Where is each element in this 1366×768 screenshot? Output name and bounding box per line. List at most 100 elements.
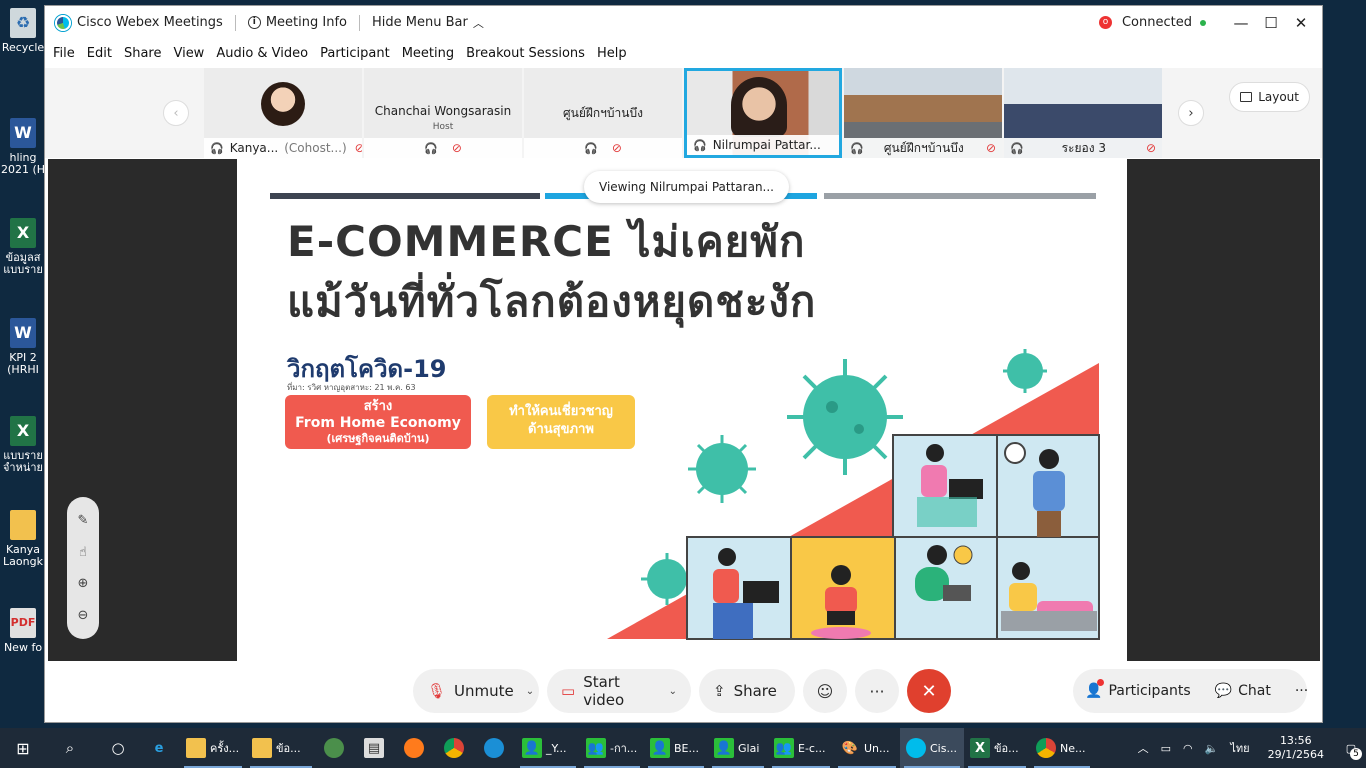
desktop-icon-folder[interactable]: Kanya Laongk — [0, 510, 46, 568]
participant-label: 🎧 ระยอง 3 ⊘ — [1004, 138, 1162, 158]
hide-menu-label: Hide Menu Bar — [371, 15, 468, 30]
input-language[interactable]: ไทย — [1230, 739, 1249, 757]
taskbar-item[interactable]: 👥 -กา... — [580, 728, 644, 768]
taskbar-item[interactable]: X ข้อ... — [964, 728, 1030, 768]
desktop-icon-excel-1[interactable]: X ข้อมูลส แบบราย — [0, 218, 46, 276]
virus-icon — [787, 359, 903, 475]
annotate-pen-icon[interactable]: ✎ — [78, 513, 89, 528]
hide-menu-bar-button[interactable]: Hide Menu Bar ︿ — [372, 15, 484, 31]
participant-name: ระยอง 3 — [1061, 140, 1107, 155]
zoom-out-icon[interactable]: ⊖ — [78, 608, 89, 623]
title-bar: Cisco Webex Meetings i Meeting Info Hide… — [45, 6, 1322, 39]
clock[interactable]: 13:56 29/1/2564 — [1268, 734, 1324, 762]
annotation-toolbar: ✎ ☝ ⊕ ⊖ — [67, 497, 99, 639]
desktop-icon-pdf[interactable]: PDF New fo — [0, 608, 46, 654]
network-icon: ▤ — [364, 738, 384, 758]
strip-next-button[interactable]: › — [1178, 100, 1204, 126]
leave-meeting-button[interactable]: ✕ — [907, 669, 951, 713]
search-button[interactable]: ⌕ — [46, 728, 94, 768]
minimize-button[interactable]: — — [1226, 6, 1256, 39]
box-red-line-2: From Home Economy — [295, 415, 461, 431]
taskbar-firefox[interactable] — [396, 728, 436, 768]
info-icon: i — [247, 16, 261, 29]
taskbar-item[interactable]: 👤 BE... — [644, 728, 708, 768]
viewing-indicator[interactable]: Viewing Nilrumpai Pattaran... — [584, 171, 789, 203]
chrome-icon — [1036, 738, 1056, 758]
chevron-down-icon[interactable]: ⌄ — [526, 686, 534, 697]
globe-icon — [324, 738, 344, 758]
line-group-icon: 👥 — [586, 738, 606, 758]
participant-tile[interactable]: ศูนย์ฝึกฯบ้านบึง 🎧 ⊘ — [524, 68, 682, 158]
share-button[interactable]: ⇪ Share — [699, 669, 795, 713]
participant-tile[interactable]: Chanchai Wongsarasin Host 🎧 ⊘ — [364, 68, 522, 158]
folder-icon — [186, 738, 206, 758]
taskbar-network[interactable] — [316, 728, 356, 768]
search-icon: ⌕ — [65, 739, 75, 757]
share-icon: ⇪ — [713, 682, 726, 700]
unmute-button[interactable]: 🎙 Unmute ⌄ — [413, 669, 539, 713]
maximize-button[interactable]: ☐ — [1256, 6, 1286, 39]
start-video-button[interactable]: ▭ Start video ⌄ — [547, 669, 691, 713]
taskbar-item[interactable]: 👤 _Y... — [516, 728, 580, 768]
taskbar-item[interactable]: 👤 Glai — [708, 728, 768, 768]
volume-icon[interactable]: 🔈 — [1205, 742, 1219, 755]
taskbar-item[interactable]: Ne... — [1030, 728, 1094, 768]
taskbar-item[interactable]: ข้อ... — [246, 728, 316, 768]
start-button[interactable]: ⊞ — [0, 728, 46, 768]
notifications-button[interactable]: ▢ 5 — [1336, 728, 1366, 768]
zoom-in-icon[interactable]: ⊕ — [78, 576, 89, 591]
menu-file[interactable]: File — [53, 46, 75, 61]
participants-label: Participants — [1108, 683, 1191, 699]
chat-button[interactable]: 💬 Chat — [1203, 669, 1283, 713]
desktop-icon-word-2[interactable]: W KPI 2 (HRHI — [0, 318, 46, 376]
more-panels-button[interactable]: ··· — [1283, 669, 1320, 713]
meeting-info-button[interactable]: i Meeting Info — [247, 15, 347, 30]
taskbar-item[interactable]: 👥 E-c... — [768, 728, 834, 768]
battery-icon[interactable]: ▭ — [1161, 742, 1171, 755]
desktop-icon-word-1[interactable]: W hling 2021 (H — [0, 118, 46, 176]
close-icon: ✕ — [921, 680, 937, 702]
remote-control-icon[interactable]: ☝ — [79, 545, 87, 560]
desktop-icon-recycle-bin[interactable]: ♻ Recycle — [0, 8, 46, 54]
chevron-up-icon[interactable]: ︿ — [1138, 740, 1149, 756]
strip-prev-button[interactable]: ‹ — [163, 100, 189, 126]
menu-view[interactable]: View — [173, 46, 204, 61]
task-view-button[interactable]: ○ — [94, 728, 142, 768]
layout-button[interactable]: Layout — [1229, 82, 1310, 112]
participant-tile[interactable]: 🎧 ระยอง 3 ⊘ — [1004, 68, 1162, 158]
taskbar-item-label: BE... — [674, 741, 699, 755]
chevron-down-icon[interactable]: ⌄ — [669, 686, 677, 697]
taskbar-item[interactable]: ครั้ง... — [180, 728, 246, 768]
recycle-bin-icon: ♻ — [10, 8, 36, 38]
participant-tile[interactable]: 🎧 Kanya... (Cohost...) ⊘ — [204, 68, 362, 158]
participant-tile[interactable]: 🎧 ศูนย์ฝึกฯบ้านบึง ⊘ — [844, 68, 1002, 158]
menu-meeting[interactable]: Meeting — [402, 46, 454, 61]
menu-share[interactable]: Share — [124, 46, 162, 61]
headset-icon: 🎧 — [210, 141, 224, 155]
box-red-line-1: สร้าง — [363, 399, 393, 414]
taskbar-item[interactable]: 🎨 Un... — [834, 728, 900, 768]
menu-help[interactable]: Help — [597, 46, 627, 61]
participant-tile-active-speaker[interactable]: 🎧 Nilrumpai Pattar... — [684, 68, 842, 158]
menu-audio-video[interactable]: Audio & Video — [216, 46, 308, 61]
taskbar-chrome[interactable] — [436, 728, 476, 768]
menu-breakout-sessions[interactable]: Breakout Sessions — [466, 46, 585, 61]
participants-button[interactable]: 👤 Participants — [1073, 669, 1203, 713]
taskbar-item-webex[interactable]: Cis... — [900, 728, 964, 768]
taskbar-app[interactable]: ▤ — [356, 728, 396, 768]
close-window-button[interactable]: ✕ — [1286, 6, 1316, 39]
desktop-icon-label: Recycle — [1, 42, 45, 54]
headset-icon: 🎧 — [424, 141, 438, 155]
participant-name: Kanya... — [229, 141, 279, 155]
menu-edit[interactable]: Edit — [87, 46, 112, 61]
wifi-icon[interactable]: ◠ — [1183, 742, 1193, 755]
taskbar-edge[interactable] — [476, 728, 516, 768]
more-options-button[interactable]: ··· — [855, 669, 899, 713]
menu-participant[interactable]: Participant — [320, 46, 390, 61]
virus-icon — [1003, 349, 1047, 393]
reactions-button[interactable]: ☺ — [803, 669, 847, 713]
clock-date: 29/1/2564 — [1267, 748, 1324, 761]
taskbar-ie[interactable]: e — [142, 728, 180, 768]
windows-logo-icon: ⊞ — [16, 738, 30, 758]
desktop-icon-excel-2[interactable]: X แบบราย จำหน่าย — [0, 416, 46, 474]
